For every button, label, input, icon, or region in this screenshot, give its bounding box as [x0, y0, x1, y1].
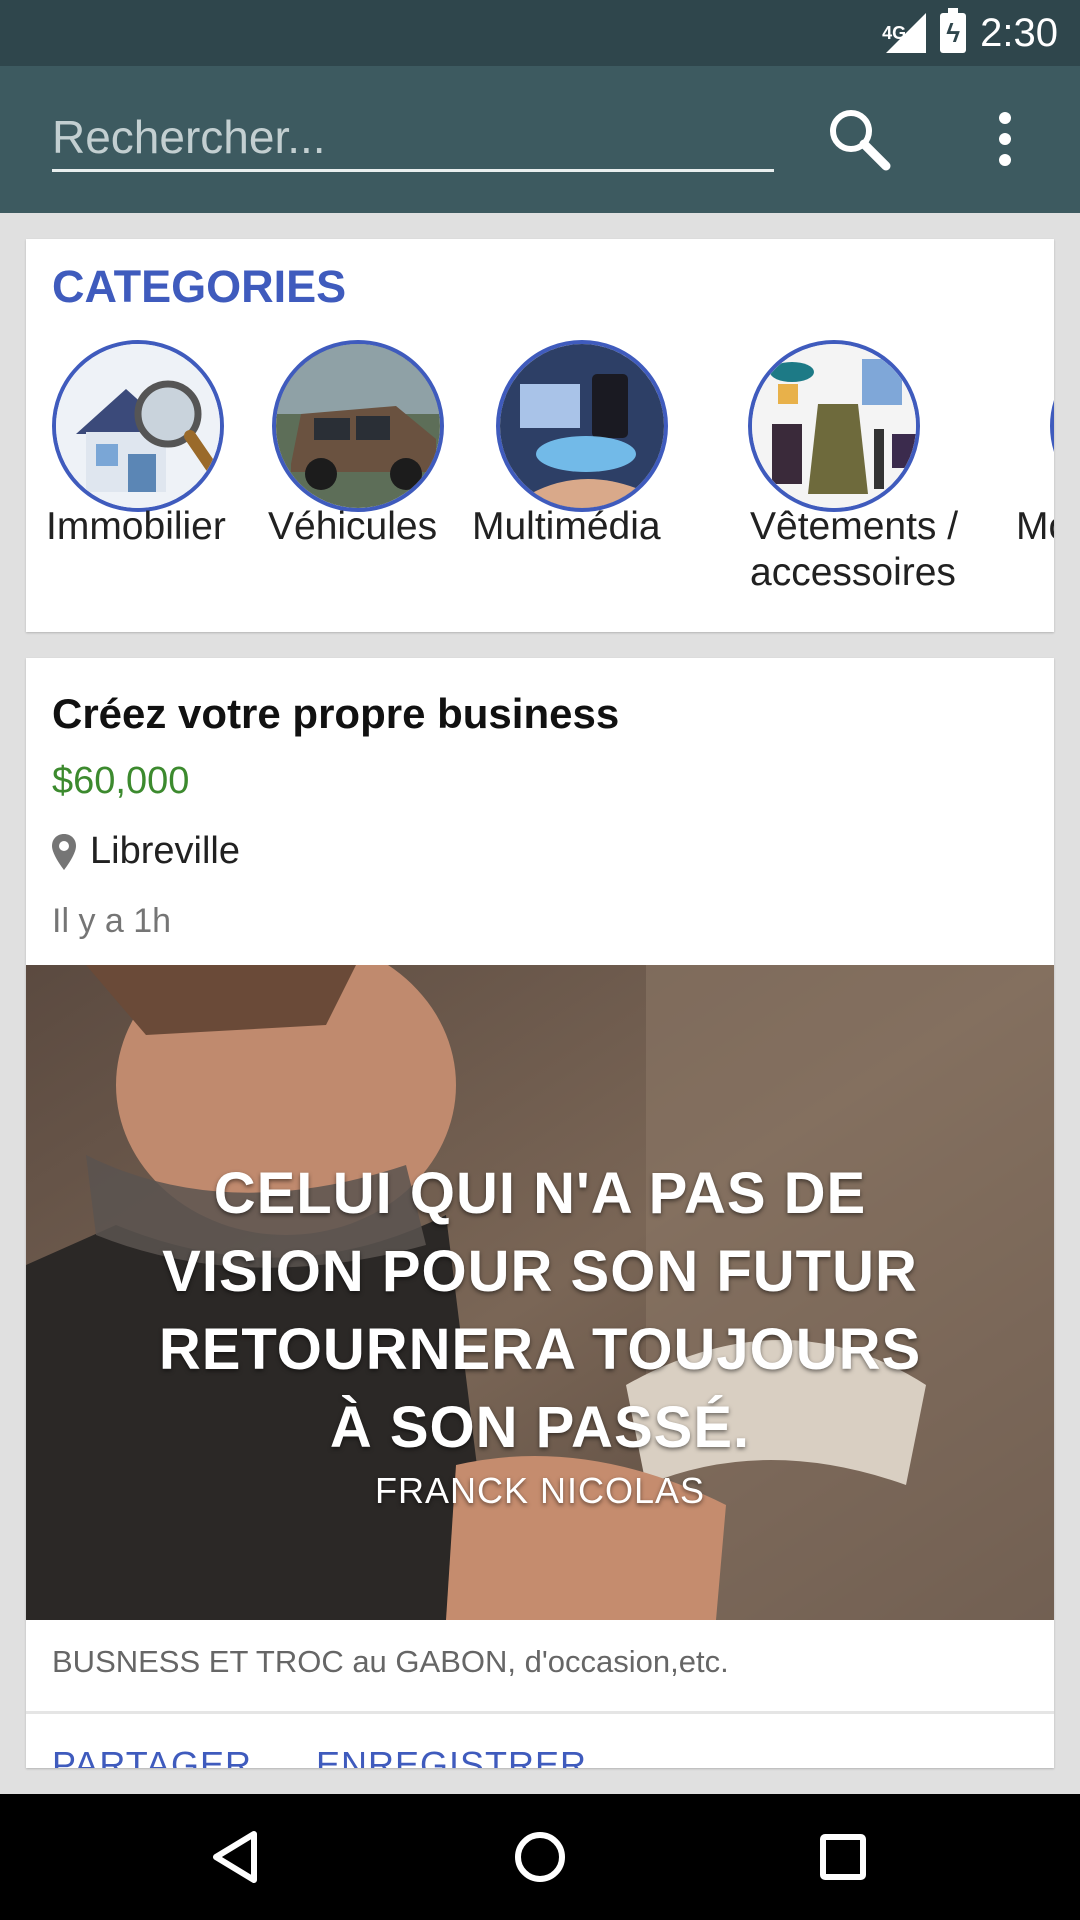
- category-label: Mode: [1016, 505, 1054, 548]
- back-button[interactable]: [204, 1824, 270, 1890]
- location-text: Libreville: [90, 830, 240, 872]
- save-button[interactable]: ENREGISTRER: [316, 1744, 587, 1768]
- overflow-menu-button[interactable]: [990, 106, 1020, 172]
- search-button[interactable]: [826, 106, 892, 172]
- category-image-mode: [1050, 340, 1054, 512]
- listing-time: Il y a 1h: [52, 902, 172, 940]
- listing-title: Créez votre propre business: [52, 690, 620, 737]
- navigation-bar: [0, 1794, 1080, 1920]
- quote-line: VISION POUR SON FUTUR: [162, 1239, 918, 1304]
- category-mode[interactable]: Mode: [968, 314, 1054, 632]
- category-image-vetements: [748, 340, 920, 512]
- image-quote: CELUI QUI N'A PAS DE VISION POUR SON FUT…: [26, 1155, 1054, 1467]
- category-vetements-accessoires[interactable]: Vêtements / accessoires: [702, 314, 968, 632]
- status-bar: 4G ϟ 2:30: [0, 0, 1080, 66]
- app-toolbar: [0, 66, 1080, 213]
- listing-image[interactable]: CELUI QUI N'A PAS DE VISION POUR SON FUT…: [26, 965, 1054, 1620]
- quote-line: À SON PASSÉ.: [329, 1395, 751, 1460]
- back-icon: [213, 1831, 257, 1883]
- more-vert-dot: [999, 154, 1011, 166]
- category-multimedia[interactable]: Multimédia: [472, 314, 696, 632]
- recents-icon: [820, 1834, 866, 1880]
- category-immobilier[interactable]: Immobilier: [26, 314, 248, 632]
- quote-line: CELUI QUI N'A PAS DE: [213, 1161, 867, 1226]
- category-label: Multimédia: [472, 505, 661, 548]
- category-label: Immobilier: [46, 505, 226, 548]
- listing-card[interactable]: Créez votre propre business $60,000 Libr…: [26, 658, 1054, 1768]
- listing-location: Libreville: [52, 830, 240, 873]
- category-image-immobilier: [52, 340, 224, 512]
- search-icon: [830, 110, 891, 171]
- recents-button[interactable]: [810, 1824, 876, 1890]
- categories-card: CATEGORIES Immobilier Véhicules Multiméd…: [26, 239, 1054, 632]
- home-icon: [515, 1832, 565, 1882]
- home-button[interactable]: [507, 1824, 573, 1890]
- divider: [26, 1711, 1054, 1714]
- share-button[interactable]: PARTAGER: [52, 1744, 252, 1768]
- listing-description: BUSNESS ET TROC au GABON, d'occasion,etc…: [52, 1644, 729, 1679]
- categories-title: CATEGORIES: [52, 261, 347, 312]
- category-image-vehicules: [272, 340, 444, 512]
- category-image-multimedia: [496, 340, 668, 512]
- status-time: 2:30: [980, 10, 1058, 55]
- category-label: Véhicules: [268, 505, 438, 548]
- categories-carousel[interactable]: Immobilier Véhicules Multimédia Vêtement…: [26, 314, 1054, 632]
- signal-icon: 4G: [882, 13, 927, 53]
- battery-charging-icon: ϟ: [940, 8, 967, 53]
- search-input[interactable]: [52, 104, 774, 172]
- location-pin-icon: [52, 833, 76, 870]
- category-label-line: Vêtements /: [750, 505, 959, 548]
- more-vert-icon: [999, 112, 1011, 124]
- category-label: Vêtements / accessoires: [750, 504, 958, 596]
- quote-line: RETOURNERA TOUJOURS: [158, 1317, 922, 1382]
- listing-price: $60,000: [52, 760, 190, 802]
- more-vert-dot: [999, 133, 1011, 145]
- image-quote-author: FRANCK NICOLAS: [374, 1470, 706, 1511]
- category-vehicules[interactable]: Véhicules: [248, 314, 472, 632]
- category-label-line: accessoires: [750, 551, 956, 594]
